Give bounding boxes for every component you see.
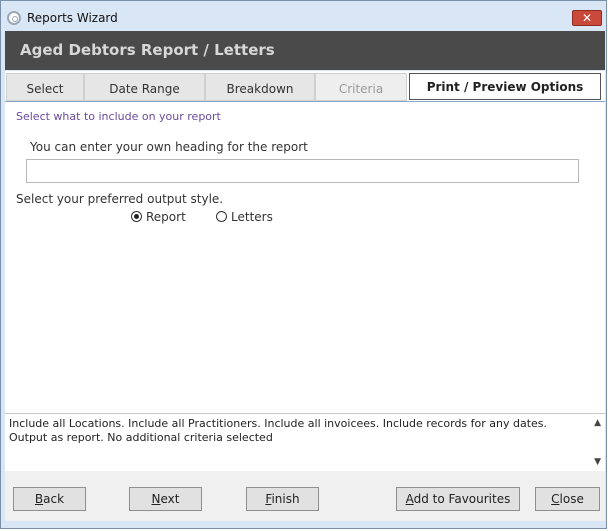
back-label: ack xyxy=(43,492,65,506)
title-bar: Reports Wizard ✕ xyxy=(1,1,606,30)
favourites-accel: A xyxy=(405,492,414,506)
next-button[interactable]: Next xyxy=(129,487,202,511)
radio-report-label: Report xyxy=(146,210,186,224)
tab-criteria: Criteria xyxy=(315,73,407,101)
close-button[interactable]: Close xyxy=(535,487,600,511)
radio-letters-indicator[interactable] xyxy=(216,211,227,222)
close-label: lose xyxy=(559,492,584,506)
report-heading-input[interactable] xyxy=(26,159,579,183)
radio-letters[interactable]: Letters xyxy=(216,210,273,224)
next-label: ext xyxy=(160,492,180,506)
window-close-button[interactable]: ✕ xyxy=(572,10,602,26)
report-title: Aged Debtors Report / Letters xyxy=(20,41,275,59)
window-title: Reports Wizard xyxy=(27,11,118,25)
next-accel: N xyxy=(151,492,161,506)
report-header: Aged Debtors Report / Letters xyxy=(5,31,605,70)
tab-select[interactable]: Select xyxy=(6,73,84,101)
tab-date-range[interactable]: Date Range xyxy=(84,73,205,101)
close-accel: C xyxy=(551,492,560,506)
scroll-down-icon[interactable]: ▼ xyxy=(594,457,601,467)
radio-report-indicator[interactable] xyxy=(131,211,142,222)
scroll-up-icon[interactable]: ▲ xyxy=(594,418,601,428)
button-bar: Back Next Finish Add to Favourites Close xyxy=(5,471,605,521)
add-to-favourites-button[interactable]: Add to Favourites xyxy=(396,487,520,511)
heading-label: You can enter your own heading for the r… xyxy=(30,140,308,154)
criteria-summary-box: Include all Locations. Include all Pract… xyxy=(5,414,605,469)
wizard-content: Select Date Range Breakdown Criteria Pri… xyxy=(5,71,605,515)
tab-breakdown[interactable]: Breakdown xyxy=(205,73,315,101)
back-accel: B xyxy=(34,492,44,506)
finish-button[interactable]: Finish xyxy=(246,487,319,511)
tabs-divider xyxy=(5,101,605,102)
app-icon xyxy=(7,11,21,25)
output-style-label: Select your preferred output style. xyxy=(16,192,224,206)
reports-wizard-window: Reports Wizard ✕ Aged Debtors Report / L… xyxy=(0,0,607,529)
favourites-label: dd to Favourites xyxy=(413,492,511,506)
back-button[interactable]: Back xyxy=(13,487,86,511)
radio-report[interactable]: Report xyxy=(131,210,186,224)
criteria-summary-text: Include all Locations. Include all Pract… xyxy=(9,417,548,444)
tab-print-preview-options[interactable]: Print / Preview Options xyxy=(409,73,601,100)
finish-label: inish xyxy=(271,492,300,506)
section-subtitle: Select what to include on your report xyxy=(16,110,221,123)
radio-letters-label: Letters xyxy=(231,210,273,224)
